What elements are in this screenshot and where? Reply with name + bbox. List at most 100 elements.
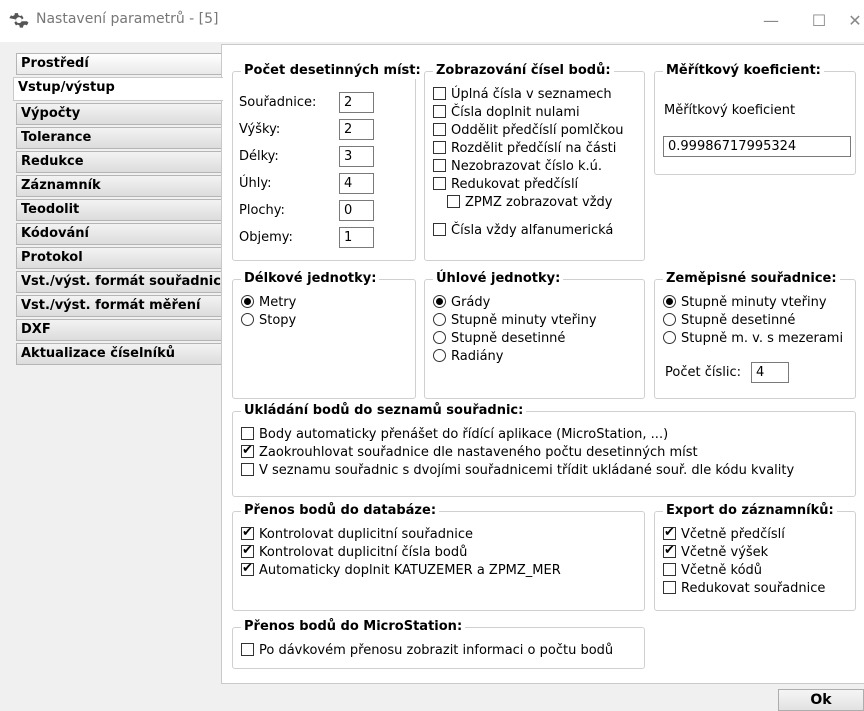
point-display-group: Zobrazování čísel bodů: Úplná čísla v se… [424,63,645,261]
tab-zaznamnik[interactable]: Záznamník [16,175,222,197]
checkbox-label: Po dávkovém přenosu zobrazit informaci o… [259,643,614,658]
radio-button[interactable] [433,313,446,326]
decimals-coords-input[interactable]: 2 [339,92,374,113]
decimals-angles-input[interactable]: 4 [339,173,374,194]
checkbox-label: Redukovat předčíslí [451,177,579,192]
checkbox-box[interactable] [433,223,446,236]
checkbox-label: Rozdělit předčíslí na části [451,141,617,156]
decimals-heights-input[interactable]: 2 [339,119,374,140]
checkbox-hide-ku[interactable]: Nezobrazovat číslo k.ú. [433,158,602,176]
radio-button[interactable] [663,295,676,308]
checkbox-box[interactable] [433,105,446,118]
scale-input[interactable]: 0.99986717995324 [663,136,851,157]
checkbox-box[interactable] [663,563,676,576]
checkbox-split-prefix[interactable]: Rozdělit předčíslí na části [433,140,616,158]
checkbox-box[interactable] [241,524,254,542]
radio-grades[interactable]: Grády [433,294,490,312]
decimals-label-angles: Úhly: [239,176,272,191]
checkbox-dup-coords[interactable]: Kontrolovat duplicitní souřadnice [241,524,473,544]
checkbox-label: V seznamu souřadnic s dvojími souřadnice… [259,463,795,478]
tab-dxf[interactable]: DXF [16,319,222,341]
tab-redukce[interactable]: Redukce [16,151,222,173]
checkbox-box[interactable] [241,442,254,460]
tab-vypocty[interactable]: Výpočty [16,103,222,125]
checkbox-sort-quality[interactable]: V seznamu souřadnic s dvojími souřadnice… [241,462,794,480]
radio-button[interactable] [663,331,676,344]
angle-units-group: Úhlové jednotky: Grády Stupně minuty vte… [424,271,645,399]
checkbox-box[interactable] [433,87,446,100]
tab-aktualizace-ciselniku[interactable]: Aktualizace číselníků [16,343,222,365]
checkbox-box[interactable] [663,524,676,542]
checkbox-box[interactable] [433,159,446,172]
checkbox-zpmz-always[interactable]: ZPMZ zobrazovat vždy [447,194,612,212]
radio-button[interactable] [241,295,254,308]
export-group-title: Export do záznamníků: [663,503,837,519]
tab-vstup-vystup[interactable]: Vstup/výstup [13,77,223,101]
radio-geo-decimal[interactable]: Stupně desetinné [663,312,795,330]
radio-button[interactable] [433,349,446,362]
checkbox-box[interactable] [433,141,446,154]
maximize-button[interactable]: ☐ [804,8,834,34]
radio-meters[interactable]: Metry [241,294,296,312]
radio-button[interactable] [433,331,446,344]
tab-format-souradnic[interactable]: Vst./výst. formát souřadnic [16,271,222,293]
checkbox-label: Oddělit předčíslí pomlčkou [451,123,624,138]
tab-kodovani[interactable]: Kódování [16,223,222,245]
decimals-group: Počet desetinných míst: Souřadnice: 2 Vý… [232,63,424,261]
checkbox-round-coords[interactable]: Zaokrouhlovat souřadnice dle nastaveného… [241,442,698,462]
ok-button[interactable]: Ok [778,689,864,711]
radio-decimal-degrees[interactable]: Stupně desetinné [433,330,565,348]
close-button[interactable]: ✕ [840,8,864,34]
checkbox-box[interactable] [663,542,676,560]
decimals-label-areas: Plochy: [239,203,285,218]
checkbox-box[interactable] [433,123,446,136]
geo-digits-label: Počet číslic: [665,365,741,380]
radio-button[interactable] [241,313,254,326]
checkbox-auto-fill[interactable]: Automaticky doplnit KATUZEMER a ZPMZ_MER [241,560,561,580]
checkbox-auto-transfer[interactable]: Body automaticky přenášet do řídící apli… [241,426,668,444]
checkbox-box[interactable] [447,195,460,208]
geo-digits-input[interactable]: 4 [751,362,789,383]
checkbox-incl-prefix[interactable]: Včetně předčíslí [663,524,785,544]
radio-geo-dms[interactable]: Stupně minuty vteřiny [663,294,827,312]
checkbox-box[interactable] [241,463,254,476]
checkbox-box[interactable] [663,581,676,594]
checkbox-incl-heights[interactable]: Včetně výšek [663,542,768,562]
radio-button[interactable] [663,313,676,326]
radio-dms[interactable]: Stupně minuty vteřiny [433,312,597,330]
checkbox-alphanumeric[interactable]: Čísla vždy alfanumerická [433,222,613,240]
tab-prostredi[interactable]: Prostředí [16,53,222,75]
radio-label: Stupně minuty vteřiny [681,295,827,310]
tab-teodolit[interactable]: Teodolit [16,199,222,221]
checkbox-label: Body automaticky přenášet do řídící apli… [259,427,669,442]
decimals-volumes-input[interactable]: 1 [339,227,374,248]
checkbox-separate-prefix[interactable]: Oddělit předčíslí pomlčkou [433,122,624,140]
decimals-label-heights: Výšky: [239,122,281,137]
radio-label: Stupně m. v. s mezerami [681,331,844,346]
radio-feet[interactable]: Stopy [241,312,296,330]
tab-format-mereni[interactable]: Vst./výst. formát měření [16,295,222,317]
checkbox-box[interactable] [241,427,254,440]
ms-transfer-group: Přenos bodů do MicroStation: Po dávkovém… [232,619,645,669]
checkbox-box[interactable] [241,643,254,656]
decimals-areas-input[interactable]: 0 [339,200,374,221]
radio-radians[interactable]: Radiány [433,348,503,366]
checkbox-incl-codes[interactable]: Včetně kódů [663,562,762,580]
radio-button[interactable] [433,295,446,308]
radio-geo-dms-spaces[interactable]: Stupně m. v. s mezerami [663,330,843,348]
checkbox-show-count[interactable]: Po dávkovém přenosu zobrazit informaci o… [241,642,613,660]
tab-protokol[interactable]: Protokol [16,247,222,269]
checkbox-dup-numbers[interactable]: Kontrolovat duplicitní čísla bodů [241,542,467,562]
checkbox-box[interactable] [241,560,254,578]
checkbox-label: Zaokrouhlovat souřadnice dle nastaveného… [259,445,698,460]
minimize-button[interactable]: — [756,8,786,34]
checkbox-box[interactable] [241,542,254,560]
tab-tolerance[interactable]: Tolerance [16,127,222,149]
checkbox-reduce-prefix[interactable]: Redukovat předčíslí [433,176,578,194]
checkbox-box[interactable] [433,177,446,190]
checkbox-reduce-coords[interactable]: Redukovat souřadnice [663,580,825,598]
checkbox-pad-zeros[interactable]: Čísla doplnit nulami [433,104,580,122]
decimals-lengths-input[interactable]: 3 [339,146,374,167]
db-transfer-group-title: Přenos bodů do databáze: [241,503,440,519]
checkbox-full-numbers[interactable]: Úplná čísla v seznamech [433,86,612,104]
